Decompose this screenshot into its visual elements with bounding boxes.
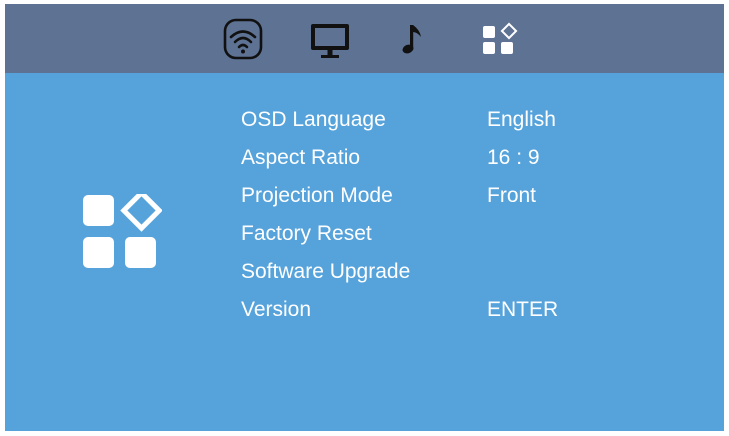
menu-item-label: Projection Mode xyxy=(241,184,393,207)
music-note-icon xyxy=(402,25,421,54)
menu-item-value: Front xyxy=(487,184,537,207)
panel-settings-icon xyxy=(82,189,163,279)
settings-grid-icon xyxy=(83,189,163,268)
settings-menu: OSD Language English Aspect Ratio 16 : 9… xyxy=(241,105,661,333)
menu-item-label: Factory Reset xyxy=(241,222,372,245)
menu-item-value: ENTER xyxy=(487,298,559,321)
menu-item-aspect-ratio[interactable]: Aspect Ratio 16 : 9 xyxy=(241,143,661,181)
tab-audio[interactable] xyxy=(397,18,437,60)
menu-item-label: Version xyxy=(241,298,312,321)
wifi-icon xyxy=(223,18,263,60)
menu-item-label: Software Upgrade xyxy=(241,260,411,283)
menu-item-value: 16 : 9 xyxy=(487,146,540,169)
monitor-icon xyxy=(311,24,349,58)
menu-item-projection-mode[interactable]: Projection Mode Front xyxy=(241,181,661,219)
menu-item-version[interactable]: Version ENTER xyxy=(241,295,661,333)
tab-settings[interactable] xyxy=(479,18,519,60)
menu-item-software-upgrade[interactable]: Software Upgrade xyxy=(241,257,661,295)
osd-window: OSD Language English Aspect Ratio 16 : 9… xyxy=(5,4,724,431)
category-tab-bar xyxy=(5,4,724,73)
settings-grid-icon xyxy=(483,22,518,54)
tab-picture[interactable] xyxy=(308,18,349,60)
tab-wifi[interactable] xyxy=(223,18,263,60)
menu-item-label: Aspect Ratio xyxy=(241,146,361,169)
menu-item-label: OSD Language xyxy=(241,108,386,131)
menu-item-value: English xyxy=(487,108,556,131)
menu-item-osd-language[interactable]: OSD Language English xyxy=(241,105,661,143)
menu-item-factory-reset[interactable]: Factory Reset xyxy=(241,219,661,257)
